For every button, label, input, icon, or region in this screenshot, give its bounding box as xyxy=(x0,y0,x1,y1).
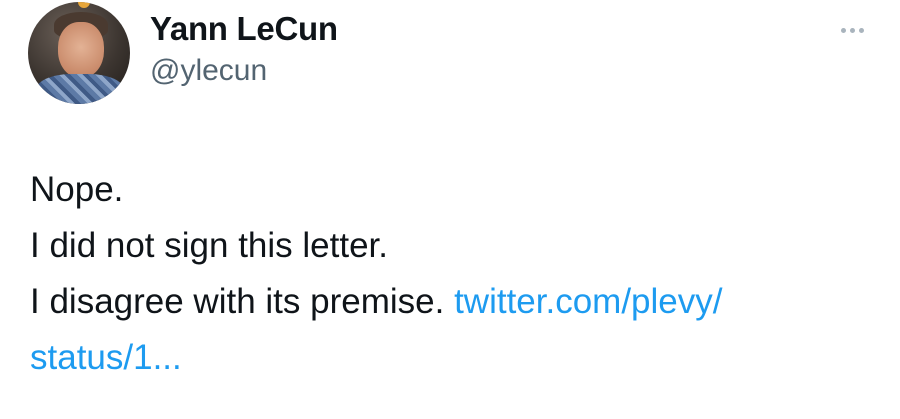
tweet-link[interactable]: twitter.com/plevy/ xyxy=(454,282,722,321)
avatar[interactable] xyxy=(28,2,130,104)
avatar-face xyxy=(58,22,104,78)
author-name[interactable]: Yann LeCun xyxy=(150,10,338,48)
more-dots-icon xyxy=(840,27,846,33)
more-dots-icon xyxy=(858,27,864,33)
tweet-link-continued[interactable]: status/1... xyxy=(30,338,182,377)
more-dots-icon xyxy=(849,27,855,33)
tweet-line: status/1... xyxy=(30,330,880,386)
tweet-line: I did not sign this letter. xyxy=(30,226,388,265)
tweet-line: I disagree with its premise. twitter.com… xyxy=(30,274,880,330)
tweet-text: Nope. I did not sign this letter. I disa… xyxy=(30,162,880,386)
author-handle[interactable]: @ylecun xyxy=(150,54,267,88)
tweet-line-text: I disagree with its premise. xyxy=(30,282,445,321)
more-options-button[interactable] xyxy=(832,20,872,40)
tweet-line: Nope. xyxy=(30,170,124,209)
avatar-badge xyxy=(78,2,90,8)
avatar-shirt xyxy=(36,74,124,104)
